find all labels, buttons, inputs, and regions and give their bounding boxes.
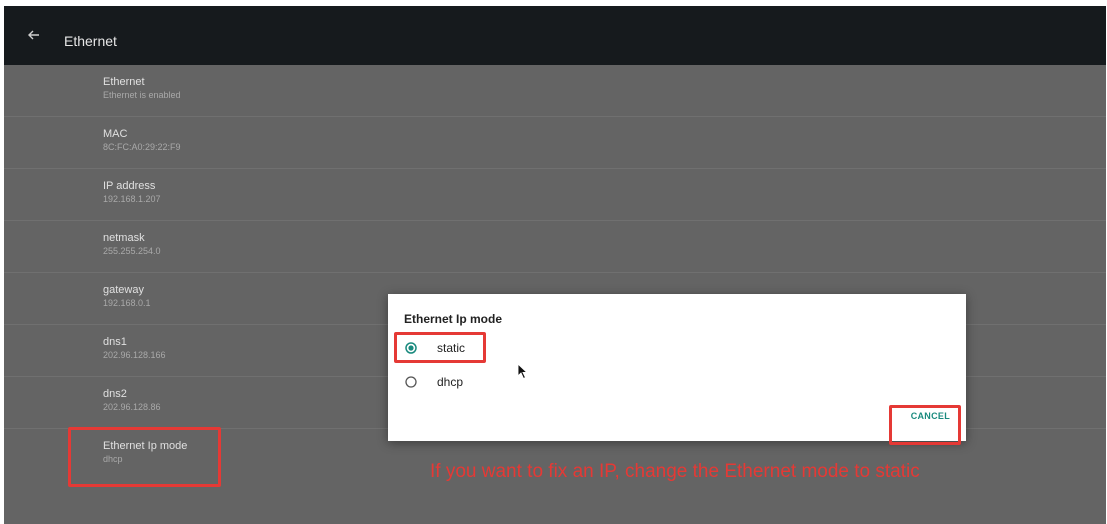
settings-screen: Ethernet Ethernet Ethernet is enabled MA… xyxy=(4,6,1106,524)
option-label: dhcp xyxy=(437,375,464,389)
setting-title: IP address xyxy=(103,180,156,192)
setting-value: Ethernet is enabled xyxy=(103,90,181,100)
setting-value: 192.168.0.1 xyxy=(103,298,151,308)
back-button[interactable] xyxy=(24,25,44,45)
page-title: Ethernet xyxy=(64,33,117,49)
setting-title: dns1 xyxy=(103,336,127,348)
setting-title: Ethernet Ip mode xyxy=(103,440,188,452)
setting-value: 202.96.128.86 xyxy=(103,402,161,412)
setting-title: dns2 xyxy=(103,388,127,400)
arrow-left-icon xyxy=(28,30,39,40)
setting-value: dhcp xyxy=(103,454,123,464)
option-static[interactable]: static xyxy=(400,335,700,361)
setting-title: Ethernet xyxy=(103,76,145,88)
setting-title: MAC xyxy=(103,128,128,140)
ip-mode-dialog: Ethernet Ip mode static dhcp CANCEL xyxy=(388,294,966,441)
annotation-caption: If you want to fix an IP, change the Eth… xyxy=(430,461,920,482)
setting-value: 192.168.1.207 xyxy=(103,194,161,204)
setting-value: 8C:FC:A0:29:22:F9 xyxy=(103,142,181,152)
setting-ip-address[interactable]: IP address 192.168.1.207 xyxy=(4,169,1106,221)
mouse-pointer-icon xyxy=(517,363,529,380)
app-bar: Ethernet xyxy=(4,6,1106,65)
radio-selected-icon xyxy=(405,342,417,354)
setting-title: gateway xyxy=(103,284,144,296)
setting-netmask[interactable]: netmask 255.255.254.0 xyxy=(4,221,1106,273)
radio-unselected-icon xyxy=(405,376,417,388)
setting-ethernet[interactable]: Ethernet Ethernet is enabled xyxy=(4,65,1106,117)
option-label: static xyxy=(437,341,466,355)
setting-value: 255.255.254.0 xyxy=(103,246,161,256)
setting-mac[interactable]: MAC 8C:FC:A0:29:22:F9 xyxy=(4,117,1106,169)
dialog-title: Ethernet Ip mode xyxy=(404,312,503,326)
cancel-button[interactable]: CANCEL xyxy=(911,411,950,421)
setting-title: netmask xyxy=(103,232,145,244)
setting-value: 202.96.128.166 xyxy=(103,350,166,360)
option-dhcp[interactable]: dhcp xyxy=(400,369,700,395)
